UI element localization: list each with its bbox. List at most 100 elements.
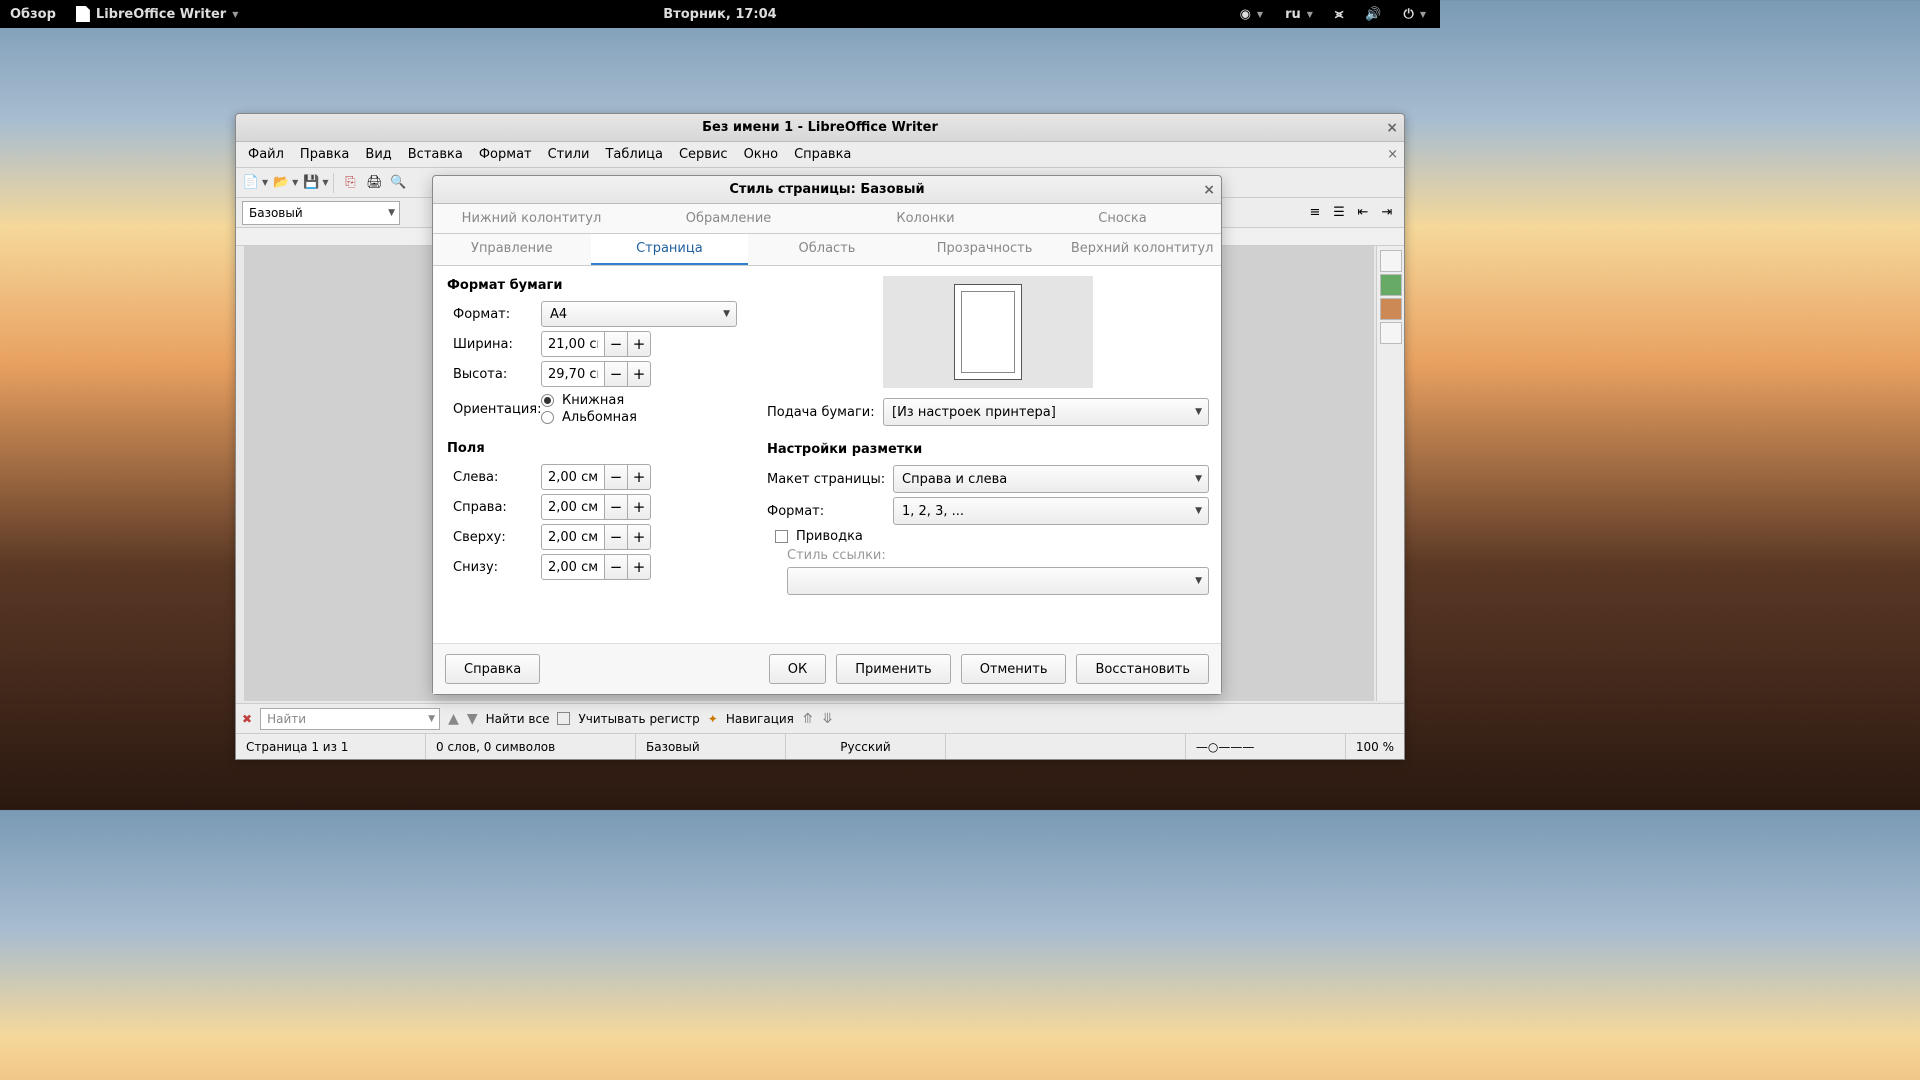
paper-format-select[interactable]: A4▼	[541, 301, 737, 327]
ok-button[interactable]: ОК	[769, 654, 826, 684]
sidebar-navigator-icon[interactable]	[1380, 322, 1402, 344]
margin-right-input[interactable]	[541, 494, 605, 520]
export-pdf-icon[interactable]: ⎘	[339, 172, 361, 194]
accessibility-menu[interactable]: ◉ ▼	[1230, 0, 1274, 28]
sidebar-gallery-icon[interactable]	[1380, 298, 1402, 320]
zoom-value[interactable]: 100 %	[1346, 734, 1404, 759]
height-input[interactable]	[541, 361, 605, 387]
status-lang[interactable]: Русский	[786, 734, 946, 759]
doc-close-button[interactable]: ×	[1387, 147, 1398, 162]
tab-borders[interactable]: Обрамление	[630, 204, 827, 233]
margin-right-inc[interactable]: +	[627, 494, 651, 520]
ref-style-select: ▼	[787, 567, 1209, 595]
match-case-checkbox[interactable]	[557, 712, 570, 725]
nav-prev-icon[interactable]: ⤊	[802, 711, 814, 727]
page-layout-label: Макет страницы:	[767, 472, 893, 487]
orientation-label: Ориентация:	[447, 402, 541, 417]
margins-heading: Поля	[447, 441, 737, 456]
window-titlebar: Без имени 1 - LibreOffice Writer ×	[236, 114, 1404, 142]
list-bullet-icon[interactable]: ≡	[1304, 202, 1326, 224]
menubar: Файл Правка Вид Вставка Формат Стили Таб…	[236, 142, 1404, 168]
menu-file[interactable]: Файл	[240, 144, 292, 165]
width-input[interactable]	[541, 331, 605, 357]
margin-bottom-dec[interactable]: −	[604, 554, 628, 580]
activities-button[interactable]: Обзор	[0, 0, 66, 28]
status-style[interactable]: Базовый	[636, 734, 786, 759]
tab-header[interactable]: Верхний колонтитул	[1063, 234, 1221, 265]
find-input[interactable]: Найти▼	[260, 708, 440, 730]
list-number-icon[interactable]: ☰	[1328, 202, 1350, 224]
nav-icon[interactable]: ✦	[708, 712, 718, 726]
margin-top-inc[interactable]: +	[627, 524, 651, 550]
open-icon[interactable]: 📂	[270, 172, 292, 194]
restore-button[interactable]: Восстановить	[1076, 654, 1209, 684]
print-preview-icon[interactable]: 🔍	[387, 172, 409, 194]
status-page[interactable]: Страница 1 из 1	[236, 734, 426, 759]
sidebar-properties-icon[interactable]	[1380, 250, 1402, 272]
menu-tools[interactable]: Сервис	[671, 144, 736, 165]
margin-left-dec[interactable]: −	[604, 464, 628, 490]
menu-table[interactable]: Таблица	[597, 144, 671, 165]
match-case-label: Учитывать регистр	[578, 712, 699, 726]
page-layout-select[interactable]: Справа и слева▼	[893, 465, 1209, 493]
landscape-label: Альбомная	[562, 410, 637, 425]
tab-organizer[interactable]: Управление	[433, 234, 591, 265]
margin-bottom-inc[interactable]: +	[627, 554, 651, 580]
help-button[interactable]: Справка	[445, 654, 540, 684]
width-inc[interactable]: +	[627, 331, 651, 357]
find-prev-icon[interactable]: ▲	[448, 711, 459, 727]
indent-dec-icon[interactable]: ⇤	[1352, 202, 1374, 224]
indent-inc-icon[interactable]: ⇥	[1376, 202, 1398, 224]
keyboard-layout[interactable]: ru ▼	[1275, 0, 1323, 28]
apply-button[interactable]: Применить	[836, 654, 950, 684]
margin-bottom-input[interactable]	[541, 554, 605, 580]
paper-tray-select[interactable]: [Из настроек принтера]▼	[883, 398, 1209, 426]
app-menu[interactable]: LibreOffice Writer ▼	[66, 0, 248, 28]
tab-page[interactable]: Страница	[591, 234, 749, 265]
menu-help[interactable]: Справка	[786, 144, 859, 165]
zoom-slider[interactable]: —○———	[1186, 734, 1346, 759]
save-icon[interactable]: 💾	[300, 172, 322, 194]
nav-next-icon[interactable]: ⤋	[822, 711, 834, 727]
margin-top-input[interactable]	[541, 524, 605, 550]
menu-edit[interactable]: Правка	[292, 144, 357, 165]
margin-top-dec[interactable]: −	[604, 524, 628, 550]
paragraph-style-select[interactable]: Базовый▼	[242, 201, 400, 225]
landscape-radio[interactable]	[541, 411, 554, 424]
clock[interactable]: Вторник, 17:04	[653, 0, 786, 28]
number-format-select[interactable]: 1, 2, 3, ...▼	[893, 497, 1209, 525]
find-next-icon[interactable]: ▼	[467, 711, 478, 727]
tab-columns[interactable]: Колонки	[827, 204, 1024, 233]
dialog-body: Формат бумаги Формат: A4▼ Ширина: − +	[433, 266, 1221, 643]
window-close-button[interactable]: ×	[1386, 120, 1398, 136]
cancel-button[interactable]: Отменить	[961, 654, 1067, 684]
print-icon[interactable]: 🖨	[363, 172, 385, 194]
tab-footnote[interactable]: Сноска	[1024, 204, 1221, 233]
margin-right-dec[interactable]: −	[604, 494, 628, 520]
menu-format[interactable]: Формат	[471, 144, 540, 165]
menu-window[interactable]: Окно	[736, 144, 787, 165]
margin-left-inc[interactable]: +	[627, 464, 651, 490]
power-menu[interactable]: ⏻ ▼	[1394, 0, 1436, 28]
menu-insert[interactable]: Вставка	[400, 144, 471, 165]
volume-icon[interactable]: 🔊	[1355, 0, 1391, 28]
tab-transparency[interactable]: Прозрачность	[906, 234, 1064, 265]
margin-left-input[interactable]	[541, 464, 605, 490]
tab-footer[interactable]: Нижний колонтитул	[433, 204, 630, 233]
width-dec[interactable]: −	[604, 331, 628, 357]
menu-view[interactable]: Вид	[357, 144, 399, 165]
findbar-close-icon[interactable]: ✖	[242, 712, 252, 726]
menu-styles[interactable]: Стили	[540, 144, 598, 165]
sidebar-styles-icon[interactable]	[1380, 274, 1402, 296]
height-dec[interactable]: −	[604, 361, 628, 387]
network-icon[interactable]: ⪤	[1325, 0, 1353, 28]
find-all-button[interactable]: Найти все	[486, 712, 550, 726]
page-style-dialog: Стиль страницы: Базовый × Нижний колонти…	[432, 175, 1222, 695]
tab-area[interactable]: Область	[748, 234, 906, 265]
register-true-checkbox[interactable]	[775, 530, 788, 543]
dialog-close-button[interactable]: ×	[1203, 182, 1215, 198]
status-words[interactable]: 0 слов, 0 символов	[426, 734, 636, 759]
portrait-radio[interactable]	[541, 394, 554, 407]
height-inc[interactable]: +	[627, 361, 651, 387]
new-doc-icon[interactable]: 📄	[240, 172, 262, 194]
